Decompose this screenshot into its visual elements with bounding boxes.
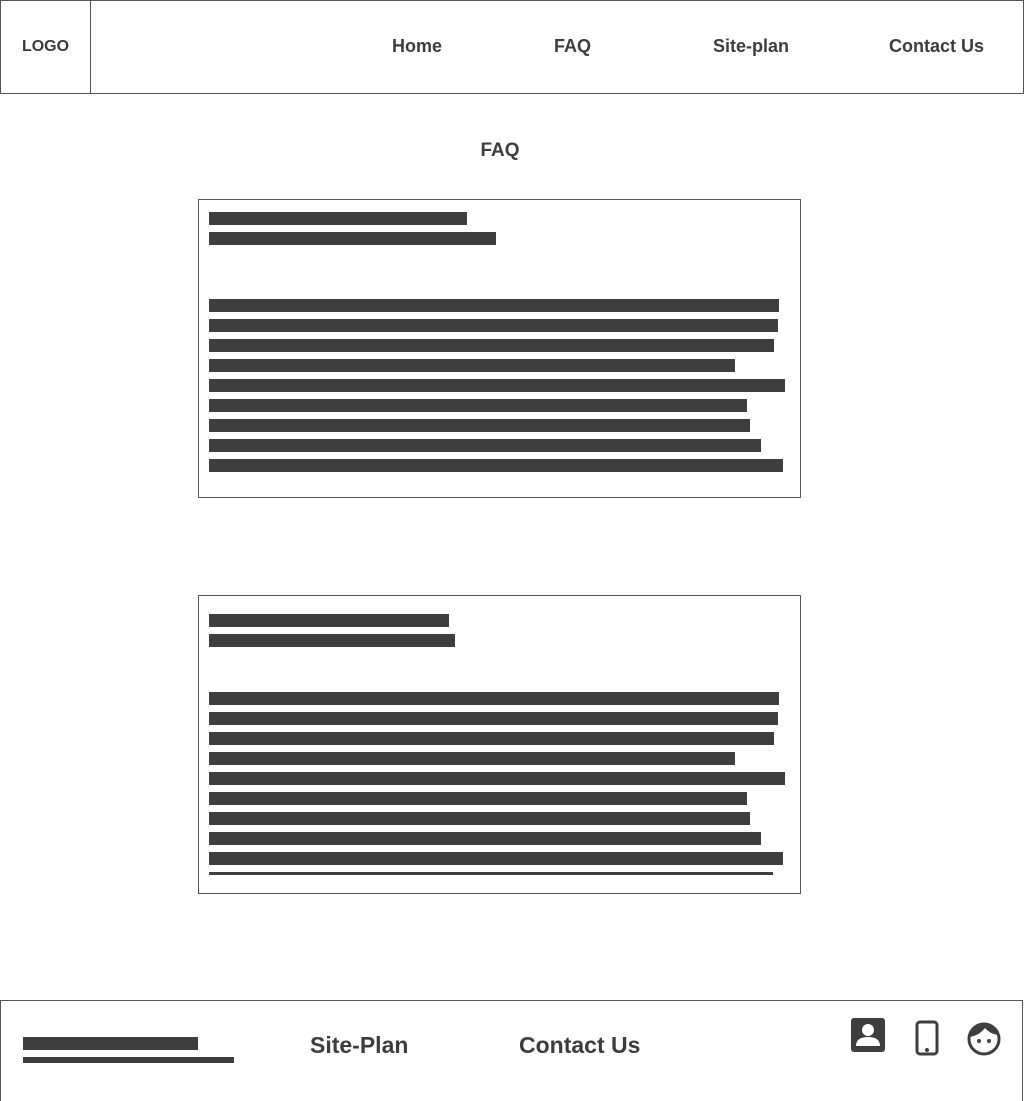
footer-text-placeholder [23, 1057, 234, 1063]
answer-placeholder-line [209, 712, 778, 725]
nav-contact-us-link[interactable]: Contact Us [889, 36, 984, 57]
answer-placeholder-line [209, 852, 783, 865]
answer-placeholder-line [209, 399, 747, 412]
nav-faq-link[interactable]: FAQ [554, 36, 591, 57]
answer-placeholder-line [209, 319, 778, 332]
page-title: FAQ [480, 140, 520, 161]
footer-contact-us-link[interactable]: Contact Us [519, 1032, 640, 1059]
answer-placeholder-line [209, 439, 761, 452]
answer-placeholder-line [209, 299, 779, 312]
answer-placeholder-line [209, 379, 785, 392]
answer-placeholder-line [209, 359, 735, 372]
answer-placeholder-line [209, 832, 761, 845]
face-icon[interactable] [966, 1021, 1002, 1057]
faq-card [198, 199, 801, 498]
answer-placeholder-line [209, 732, 774, 745]
nav-home-link[interactable]: Home [392, 36, 442, 57]
question-placeholder-line [209, 212, 467, 225]
answer-placeholder-line [209, 752, 735, 765]
nav-site-plan-link[interactable]: Site-plan [713, 36, 789, 57]
logo[interactable]: LOGO [1, 1, 91, 93]
answer-placeholder-line [209, 872, 773, 875]
question-placeholder-line [209, 232, 496, 245]
question-placeholder-line [209, 614, 449, 627]
answer-placeholder-line [209, 792, 747, 805]
site-header: LOGO Home FAQ Site-plan Contact Us [0, 0, 1024, 94]
answer-placeholder-line [209, 692, 779, 705]
faq-card [198, 595, 801, 894]
answer-placeholder-line [209, 772, 785, 785]
footer-site-plan-link[interactable]: Site-Plan [310, 1032, 408, 1059]
contact-card-icon[interactable] [850, 1017, 886, 1053]
mobile-phone-icon[interactable] [915, 1020, 939, 1056]
question-placeholder-line [209, 634, 455, 647]
answer-placeholder-line [209, 459, 783, 472]
site-footer: Site-Plan Contact Us [0, 1000, 1023, 1101]
footer-text-placeholder [23, 1037, 198, 1050]
answer-placeholder-line [209, 812, 750, 825]
answer-placeholder-line [209, 339, 774, 352]
answer-placeholder-line [209, 419, 750, 432]
